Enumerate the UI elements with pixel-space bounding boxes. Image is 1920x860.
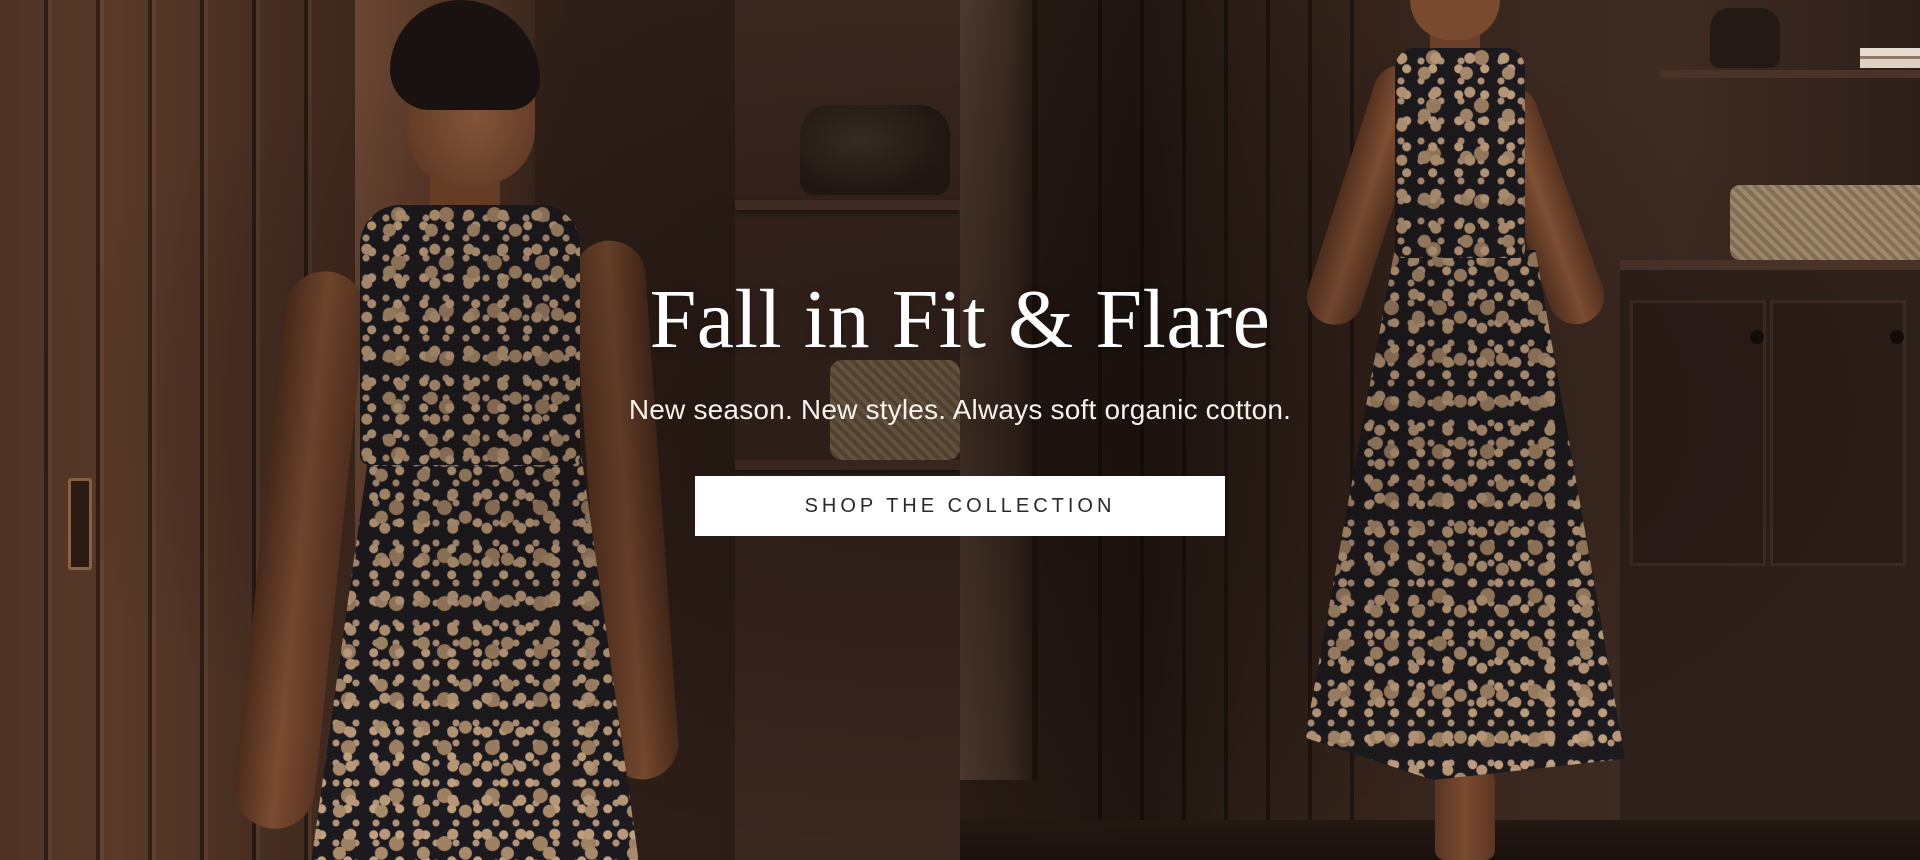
hero-headline: Fall in Fit & Flare (649, 273, 1271, 366)
hero-subheadline: New season. New styles. Always soft orga… (628, 394, 1292, 425)
shop-the-collection-button[interactable]: SHOP THE COLLECTION (695, 476, 1225, 536)
hero-banner: Fall in Fit & Flare New season. New styl… (0, 0, 1920, 860)
hero-content: Fall in Fit & Flare New season. New styl… (0, 268, 1920, 536)
